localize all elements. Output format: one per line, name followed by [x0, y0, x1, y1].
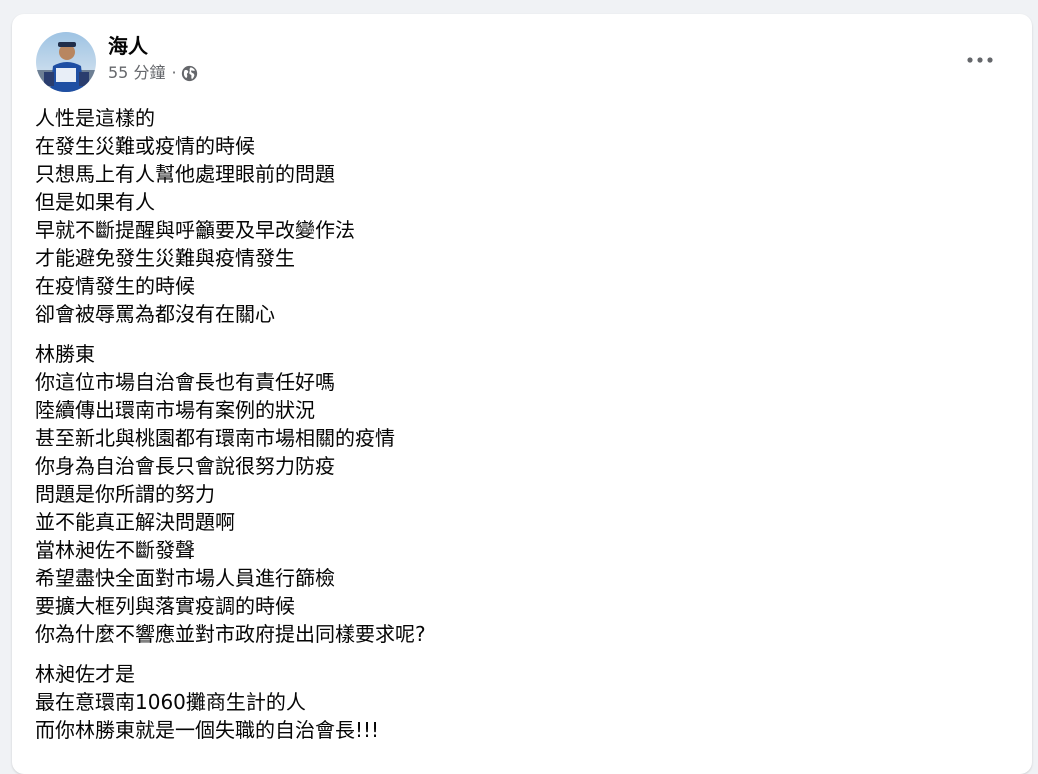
post-text-line: 你身為自治會長只會說很努力防疫 — [35, 454, 335, 478]
post-text-line: 人性是這樣的 — [35, 106, 155, 130]
post-body: 人性是這樣的在發生災難或疫情的時候只想馬上有人幫他處理眼前的問題 但是如果有人早就… — [35, 104, 1008, 756]
post-text-line: 在疫情發生的時候 — [35, 274, 195, 298]
more-horizontal-icon — [967, 57, 993, 63]
post-text-line: 卻會被辱罵為都沒有在關心 — [35, 302, 275, 326]
globe-icon[interactable] — [181, 65, 198, 82]
post-text-line: 在發生災難或疫情的時候 — [35, 134, 255, 158]
author-name[interactable]: 海人 — [108, 34, 148, 58]
post-text-line: 當林昶佐不斷發聲 — [35, 538, 195, 562]
post-meta: 55 分鐘 · — [108, 63, 198, 83]
post-text-line: 希望盡快全面對市場人員進行篩檢 — [35, 566, 335, 590]
post-text-line: 你為什麼不響應並對市政府提出同樣要求呢? — [35, 622, 426, 646]
post-text-line: 陸續傳出環南市場有案例的狀況 — [35, 398, 315, 422]
post-text-line: 但是如果有人 — [35, 190, 155, 214]
post-header: 海人 55 分鐘 · — [36, 32, 1008, 92]
post-text-line: 林昶佐才是 — [35, 662, 135, 686]
post-text-line: 你這位市場自治會長也有責任好嗎 — [35, 370, 335, 394]
post-text-line: 要擴大框列與落實疫調的時候 — [35, 594, 295, 618]
more-options-button[interactable] — [962, 46, 998, 74]
post-paragraph: 人性是這樣的在發生災難或疫情的時候只想馬上有人幫他處理眼前的問題 但是如果有人早就… — [35, 104, 1008, 328]
post-text-line: 並不能真正解決問題啊 — [35, 510, 235, 534]
post-text-line: 而你林勝東就是一個失職的自治會長!!! — [35, 718, 380, 742]
post-text-line: 林勝東 — [35, 342, 95, 366]
post-text-line: 甚至新北與桃園都有環南市場相關的疫情 — [35, 426, 395, 450]
post-text-line: 最在意環南1060攤商生計的人 — [35, 690, 306, 714]
post-card: 海人 55 分鐘 · 人性是這樣的在發生災難或疫情的時候只想馬上有人幫他處理眼前… — [12, 14, 1032, 774]
post-text-line: 才能避免發生災難與疫情發生 — [35, 246, 295, 270]
post-paragraph: 林勝東你這位市場自治會長也有責任好嗎 陸續傳出環南市場有案例的狀況甚至新北與桃園都… — [35, 340, 1008, 648]
post-text-line: 只想馬上有人幫他處理眼前的問題 — [35, 162, 335, 186]
post-timestamp[interactable]: 55 分鐘 — [108, 63, 165, 83]
author-avatar[interactable] — [36, 32, 96, 92]
meta-separator: · — [171, 63, 177, 82]
post-paragraph: 林昶佐才是最在意環南1060攤商生計的人而你林勝東就是一個失職的自治會長!!! — [35, 660, 1008, 744]
post-text-line: 早就不斷提醒與呼籲要及早改變作法 — [35, 218, 355, 242]
post-text-line: 問題是你所謂的努力 — [35, 482, 215, 506]
